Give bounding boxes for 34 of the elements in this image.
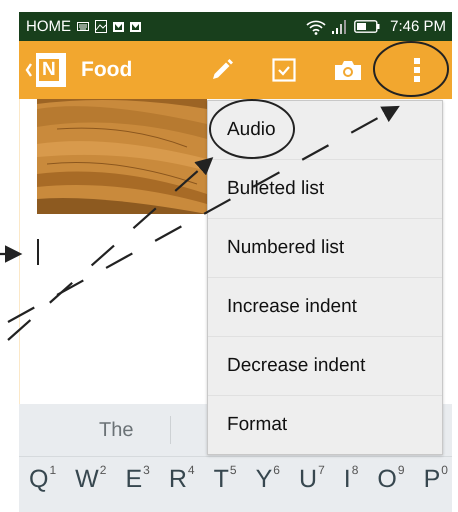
notebook-logo: N [36, 53, 66, 87]
keyboard-key[interactable]: Y$^{6}$ [256, 465, 280, 494]
pencil-icon[interactable] [210, 58, 234, 82]
checkbox-icon[interactable] [272, 58, 296, 82]
menu-item[interactable]: Audio [208, 101, 442, 160]
menu-item[interactable]: Decrease indent [208, 337, 442, 396]
text-cursor [37, 239, 39, 265]
carrier-label: HOME [26, 18, 71, 35]
word-suggestion[interactable]: The [99, 418, 134, 442]
keyboard-key[interactable]: O$^{9}$ [377, 465, 405, 494]
wifi-icon [306, 18, 326, 34]
back-icon[interactable] [25, 62, 33, 78]
camera-icon[interactable] [334, 59, 362, 81]
keyboard-key[interactable]: U$^{7}$ [299, 465, 325, 494]
mail-icon [130, 22, 141, 32]
more-options-icon[interactable] [414, 58, 420, 82]
menu-item[interactable]: Increase indent [208, 278, 442, 337]
clock-label: 7:46 PM [390, 18, 446, 35]
mail-icon [113, 22, 124, 32]
signal-icon [332, 20, 348, 34]
keyboard-key[interactable]: E$^{3}$ [125, 465, 150, 494]
keyboard-key[interactable]: R$^{4}$ [168, 465, 195, 494]
page-title: Food [81, 58, 132, 82]
keyboard-key[interactable]: Q$^{1}$ [29, 465, 56, 494]
keyboard-key[interactable]: W$^{2}$ [75, 465, 106, 494]
keyboard-key[interactable]: I$^{8}$ [344, 465, 358, 494]
keyboard-icon [77, 21, 89, 32]
keyboard-key[interactable]: P$^{0}$ [424, 465, 448, 494]
menu-item[interactable]: Format [208, 396, 442, 454]
keyboard-key[interactable]: T$^{5}$ [214, 465, 237, 494]
battery-icon [354, 20, 380, 33]
image-icon [95, 20, 107, 33]
menu-item[interactable]: Bulleted list [208, 160, 442, 219]
menu-item[interactable]: Numbered list [208, 219, 442, 278]
